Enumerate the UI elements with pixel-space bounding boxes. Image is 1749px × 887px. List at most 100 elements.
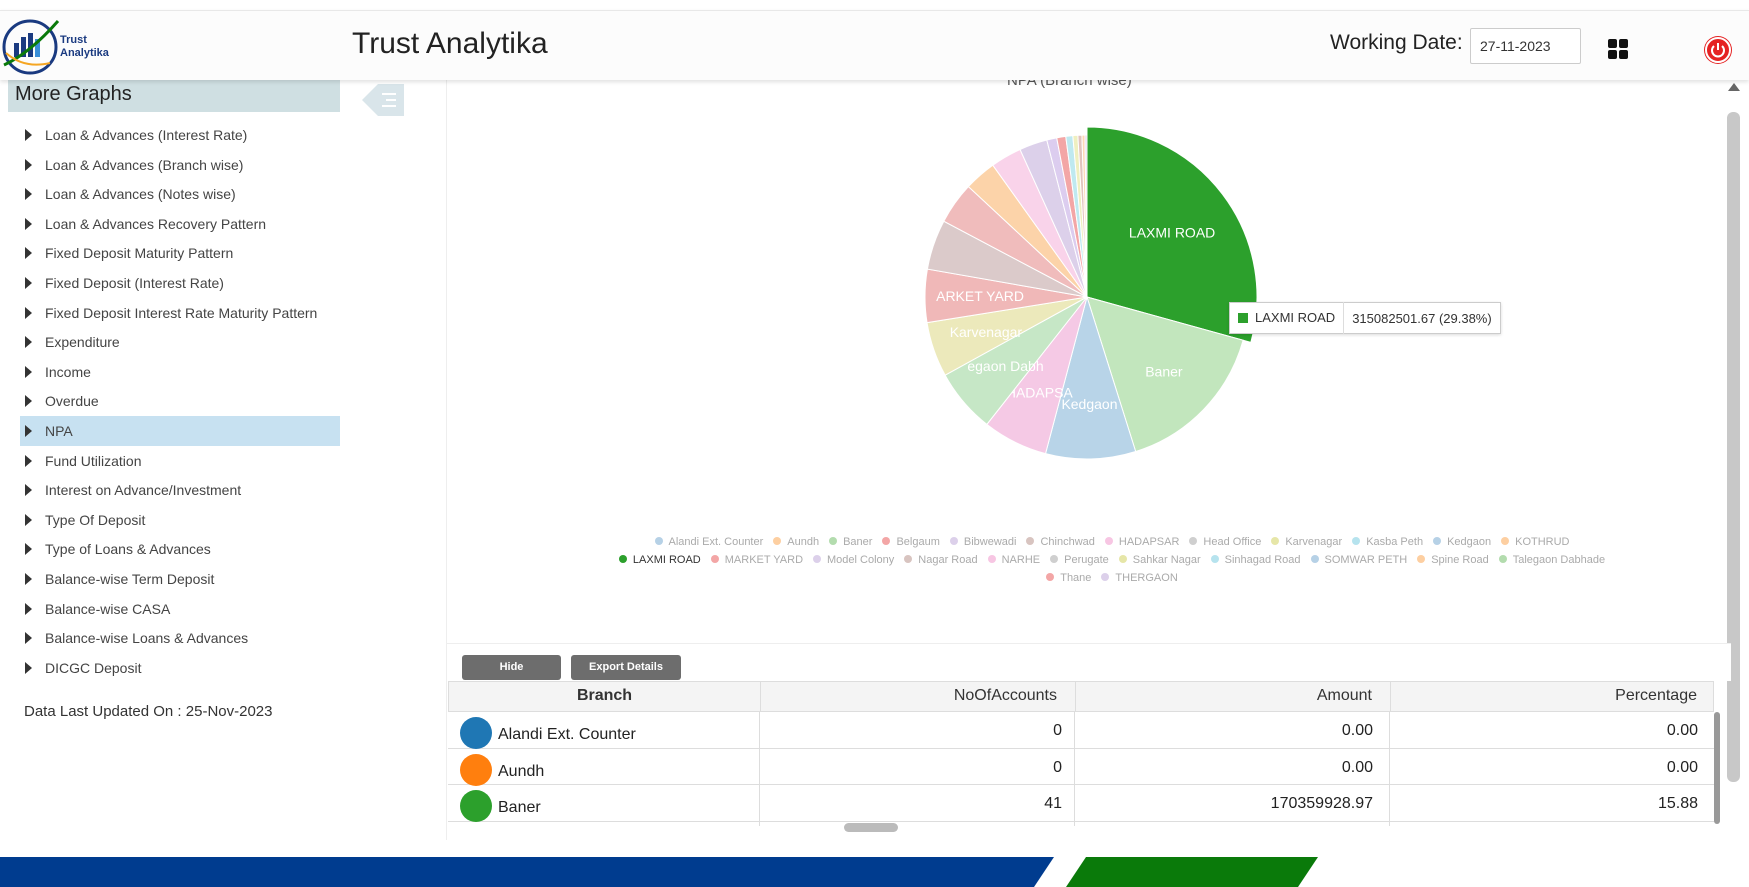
power-logout-icon[interactable] xyxy=(1705,37,1731,63)
caret-right-icon xyxy=(25,306,32,319)
legend-item[interactable]: Model Colony xyxy=(813,551,894,569)
caret-right-icon xyxy=(25,543,32,556)
scroll-up-arrow-icon[interactable] xyxy=(1728,83,1740,91)
sidebar-item-label: Interest on Advance/Investment xyxy=(45,482,242,499)
legend-item[interactable]: Kasba Peth xyxy=(1352,533,1423,551)
sidebar-item-fund-utilization[interactable]: Fund Utilization xyxy=(20,446,340,476)
sidebar-item-loan-advances-branch-wise[interactable]: Loan & Advances (Branch wise) xyxy=(20,150,340,180)
sidebar-item-balance-wise-casa[interactable]: Balance-wise CASA xyxy=(20,594,340,624)
legend-item[interactable]: THERGAON xyxy=(1101,569,1178,587)
logo-text-line2: Analytika xyxy=(60,47,109,59)
legend-item[interactable]: Aundh xyxy=(773,533,819,551)
horizontal-scroll-handle[interactable] xyxy=(844,823,898,832)
legend-dot-icon xyxy=(1210,555,1219,563)
sidebar-item-interest-on-advance-investment[interactable]: Interest on Advance/Investment xyxy=(20,475,340,505)
legend-item[interactable]: Thane xyxy=(1046,569,1091,587)
hide-button[interactable]: Hide xyxy=(462,655,561,680)
sidebar-item-expenditure[interactable]: Expenditure xyxy=(20,327,340,357)
col-branch[interactable]: Branch xyxy=(449,682,761,711)
legend-item[interactable]: LAXMI ROAD xyxy=(618,551,701,569)
legend-item[interactable]: Talegaon Dabhade xyxy=(1498,551,1605,569)
legend-label: Head Office xyxy=(1203,536,1262,548)
legend-item[interactable]: Sahkar Nagar xyxy=(1118,551,1201,569)
legend-label: Aundh xyxy=(787,536,820,548)
sidebar-item-fixed-deposit-maturity-pattern[interactable]: Fixed Deposit Maturity Pattern xyxy=(20,238,340,268)
legend-item[interactable]: MARKET YARD xyxy=(710,551,803,569)
legend-item[interactable]: Belgaum xyxy=(882,533,940,551)
legend-label: NARHE xyxy=(1001,554,1041,566)
legend-item[interactable]: Perugate xyxy=(1050,551,1109,569)
chart-tooltip: LAXMI ROAD 315082501.67 (29.38%) xyxy=(1229,302,1501,334)
legend-item[interactable]: Chinchwad xyxy=(1026,533,1095,551)
legend-item[interactable]: Spine Road xyxy=(1417,551,1489,569)
sidebar-item-label: DICGC Deposit xyxy=(45,659,142,676)
legend-item[interactable]: Head Office xyxy=(1189,533,1261,551)
legend-label: Bibwewadi xyxy=(963,536,1017,548)
main-content: NPA (Branch wise) LAXMI ROAD Baner Kedgaon… xyxy=(446,72,1749,840)
sidebar-item-label: Overdue xyxy=(45,393,99,410)
col-noofaccounts[interactable]: NoOfAccounts xyxy=(761,682,1076,711)
export-details-button[interactable]: Export Details xyxy=(571,655,681,680)
pie-label: egaon Dabh xyxy=(967,358,1043,374)
sidebar-item-dicgc-deposit[interactable]: DICGC Deposit xyxy=(20,653,340,683)
col-amount[interactable]: Amount xyxy=(1076,682,1391,711)
legend-item[interactable]: Bibwewadi xyxy=(949,533,1017,551)
working-date-input[interactable]: 27-11-2023 xyxy=(1470,28,1581,64)
sidebar-item-type-of-deposit[interactable]: Type Of Deposit xyxy=(20,505,340,535)
vertical-scrollbar[interactable] xyxy=(1727,112,1740,782)
legend-item[interactable]: NARHE xyxy=(987,551,1041,569)
sidebar-item-loan-advances-recovery-pattern[interactable]: Loan & Advances Recovery Pattern xyxy=(20,209,340,239)
legend-label: Baner xyxy=(843,536,873,548)
table-row[interactable]: Baner 41 170359928.97 15.88 xyxy=(448,785,1714,826)
caret-right-icon xyxy=(25,572,32,585)
legend-label: THERGAON xyxy=(1115,572,1178,584)
legend-item[interactable]: KOTHRUD xyxy=(1501,533,1570,551)
legend-dot-icon xyxy=(1433,537,1442,545)
legend-item[interactable]: Kedgaon xyxy=(1433,533,1491,551)
legend-item[interactable]: Nagar Road xyxy=(904,551,978,569)
caret-right-icon xyxy=(25,632,32,645)
cell-percentage: 15.88 xyxy=(1657,795,1698,812)
table-scrollbar[interactable] xyxy=(1714,712,1720,824)
caret-right-icon xyxy=(25,602,32,615)
sidebar-item-loan-advances-interest-rate[interactable]: Loan & Advances (Interest Rate) xyxy=(20,120,340,150)
legend-dot-icon xyxy=(1101,573,1110,581)
legend-label: Kasba Peth xyxy=(1366,536,1424,548)
pie-label: ARKET YARD xyxy=(936,288,1024,304)
legend-item[interactable]: Karvenagar xyxy=(1271,533,1342,551)
cell-percentage: 0.00 xyxy=(1666,758,1698,776)
sidebar-item-type-of-loans-advances[interactable]: Type of Loans & Advances xyxy=(20,534,340,564)
caret-right-icon xyxy=(25,395,32,408)
logo-text: Trust Analytika xyxy=(60,34,109,60)
sidebar-item-balance-wise-loans-advances[interactable]: Balance-wise Loans & Advances xyxy=(20,623,340,653)
legend-item[interactable]: SOMWAR PETH xyxy=(1310,551,1407,569)
legend-label: Perugate xyxy=(1064,554,1109,566)
collapse-sidebar-icon[interactable] xyxy=(362,80,406,120)
apps-grid-icon[interactable] xyxy=(1602,33,1636,67)
caret-right-icon xyxy=(25,454,32,467)
legend-item[interactable]: Alandi Ext. Counter xyxy=(654,533,763,551)
legend-item[interactable]: HADAPSAR xyxy=(1104,533,1179,551)
graphs-sidebar: More Graphs Loan & Advances (Interest Ra… xyxy=(0,80,446,840)
caret-right-icon xyxy=(25,217,32,230)
sidebar-item-income[interactable]: Income xyxy=(20,357,340,387)
trust-analytika-logo[interactable]: Trust Analytika xyxy=(0,13,118,79)
sidebar-item-balance-wise-term-deposit[interactable]: Balance-wise Term Deposit xyxy=(20,564,340,594)
sidebar-item-fixed-deposit-interest-rate[interactable]: Fixed Deposit (Interest Rate) xyxy=(20,268,340,298)
legend-dot-icon xyxy=(1118,555,1127,563)
sidebar-item-loan-advances-notes-wise[interactable]: Loan & Advances (Notes wise) xyxy=(20,179,340,209)
sidebar-title: More Graphs xyxy=(8,80,340,112)
caret-right-icon xyxy=(25,424,32,437)
top-header: Trust Analytika Trust Analytika Working … xyxy=(0,10,1749,80)
legend-item[interactable]: Sinhagad Road xyxy=(1210,551,1301,569)
cell-percentage: 0.00 xyxy=(1666,722,1698,739)
sidebar-item-overdue[interactable]: Overdue xyxy=(20,386,340,416)
table-row[interactable]: Alandi Ext. Counter 0 0.00 0.00 xyxy=(448,712,1714,753)
sidebar-item-npa[interactable]: NPA xyxy=(20,415,340,446)
col-percentage[interactable]: Percentage xyxy=(1391,682,1715,711)
sidebar-item-fixed-deposit-interest-rate-maturity-pattern[interactable]: Fixed Deposit Interest Rate Maturity Pat… xyxy=(20,298,340,328)
pie-label: LAXMI ROAD xyxy=(1129,224,1215,240)
table-row[interactable]: Aundh 0 0.00 0.00 xyxy=(448,748,1714,790)
legend-label: Thane xyxy=(1060,572,1092,584)
legend-item[interactable]: Baner xyxy=(829,533,872,551)
